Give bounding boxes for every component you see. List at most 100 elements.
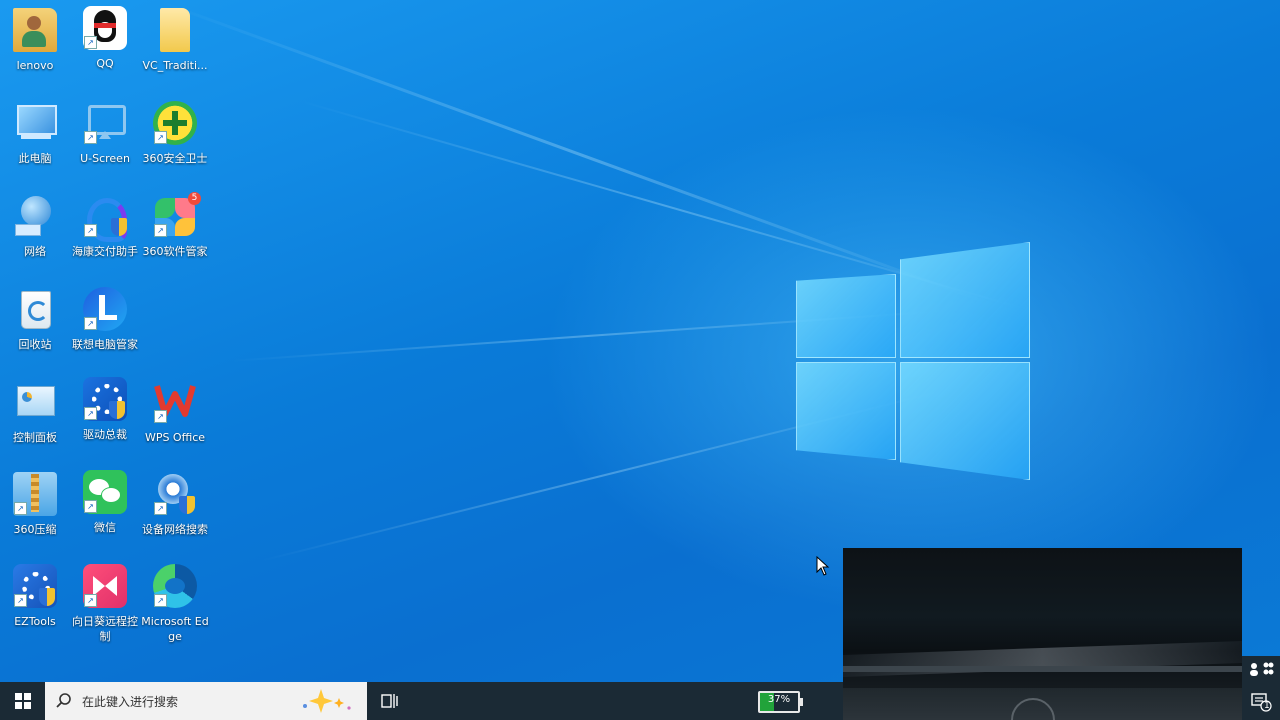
windows-start-icon xyxy=(14,693,31,709)
letter-l-foot xyxy=(99,315,117,320)
uac-shield-icon xyxy=(111,218,127,236)
video-desk-edge xyxy=(843,666,1242,672)
people-icon xyxy=(1250,662,1274,676)
update-badge: 5 xyxy=(188,192,201,205)
desktop-icon-this-pc[interactable]: 此电脑 xyxy=(1,101,69,166)
desktop-icon-wps-office[interactable]: ↗ WPS Office xyxy=(141,380,209,445)
desktop-icon-control-panel[interactable]: 控制面板 xyxy=(1,380,69,445)
bubble-small xyxy=(101,487,121,503)
user-body xyxy=(22,31,46,47)
task-view-button[interactable] xyxy=(380,691,400,711)
logo-pane xyxy=(900,362,1030,480)
shortcut-arrow-icon: ↗ xyxy=(84,36,97,49)
shortcut-arrow-icon: ↗ xyxy=(154,410,167,423)
360-software-manager-icon: 5 ↗ xyxy=(153,192,201,238)
shortcut-arrow-icon: ↗ xyxy=(84,131,97,144)
desktop-icon-recycle-bin[interactable]: 回收站 xyxy=(1,287,69,352)
folder-icon xyxy=(160,8,190,52)
panel-chart xyxy=(22,392,32,402)
task-view-icon xyxy=(381,694,398,708)
start-button[interactable] xyxy=(0,682,45,720)
lenovo-manager-icon: ↗ xyxy=(83,287,127,331)
mouse-cursor-icon xyxy=(816,556,830,576)
desktop-icon-lenovo[interactable]: lenovo xyxy=(1,8,69,73)
shortcut-arrow-icon: ↗ xyxy=(84,224,97,237)
zip-strip xyxy=(31,474,39,512)
shortcut-arrow-icon: ↗ xyxy=(154,502,167,515)
battery-nub xyxy=(800,698,803,706)
360-zip-icon: ↗ xyxy=(13,472,57,516)
desktop-icon-eztools[interactable]: ↗ EZTools xyxy=(1,564,69,629)
video-preview-window[interactable] xyxy=(843,548,1242,720)
shortcut-arrow-icon: ↗ xyxy=(154,594,167,607)
recycle-bin-icon xyxy=(13,287,57,331)
desktop-icon-edge[interactable]: ↗ Microsoft Edge xyxy=(141,564,209,644)
monitor-stand xyxy=(21,134,51,139)
shortcut-arrow-icon: ↗ xyxy=(14,594,27,607)
penguin-scarf xyxy=(94,23,116,28)
petal-green xyxy=(155,198,175,218)
sunflower-remote-icon: ↗ xyxy=(83,564,127,608)
desktop-icon-device-network-search[interactable]: ↗ 设备网络搜索 xyxy=(141,472,209,537)
uac-shield-icon xyxy=(39,588,55,606)
screen-base xyxy=(99,131,111,139)
desktop-icon-vc-traditi[interactable]: VC_Traditi... xyxy=(141,8,209,73)
driver-tool-icon: ↗ xyxy=(83,377,127,421)
search-placeholder: 在此键入进行搜索 xyxy=(82,695,179,709)
shortcut-arrow-icon: ↗ xyxy=(84,317,97,330)
control-panel-icon xyxy=(13,380,57,424)
device-network-search-icon: ↗ xyxy=(153,472,197,516)
plus-vertical xyxy=(172,111,178,135)
desktop-icon-driver-tool[interactable]: ↗ 驱动总裁 xyxy=(71,377,139,442)
edge-swirl xyxy=(165,578,185,594)
desktop-icon-qq[interactable]: ↗ QQ xyxy=(71,6,139,71)
panel-window xyxy=(17,386,55,416)
pc-base xyxy=(15,224,41,236)
shortcut-arrow-icon: ↗ xyxy=(154,224,167,237)
360-security-icon: ↗ xyxy=(153,101,197,145)
computer-icon xyxy=(13,101,57,145)
desktop-icon-network[interactable]: 网络 xyxy=(1,194,69,259)
shortcut-arrow-icon: ↗ xyxy=(154,131,167,144)
taskbar-search-box[interactable]: 在此键入进行搜索 xyxy=(45,682,367,720)
shortcut-arrow-icon: ↗ xyxy=(84,407,97,420)
recycle-symbol xyxy=(28,301,48,321)
hikvision-assistant-icon: ↗ xyxy=(83,194,127,242)
logo-pane xyxy=(796,274,896,358)
user-head xyxy=(27,16,41,30)
user-folder-icon xyxy=(13,8,57,52)
desktop-icon-hikvision-assistant[interactable]: ↗ 海康交付助手 xyxy=(71,194,139,259)
desktop-icon-sunflower-remote[interactable]: ↗ 向日葵远程控制 xyxy=(71,564,139,644)
desktop-icon-wechat[interactable]: ↗ 微信 xyxy=(71,470,139,535)
search-icon xyxy=(56,693,71,708)
shortcut-arrow-icon: ↗ xyxy=(84,594,97,607)
people-tray-button[interactable] xyxy=(1242,656,1280,682)
logo-pane xyxy=(796,362,896,460)
shortcut-arrow-icon: ↗ xyxy=(84,500,97,513)
search-highlight-sparkle-icon xyxy=(303,689,351,713)
desktop-icon-u-screen[interactable]: ↗ U-Screen xyxy=(71,101,139,166)
battery-percent-label: 37% xyxy=(767,694,791,705)
shortcut-arrow-icon: ↗ xyxy=(14,502,27,515)
uac-shield-icon xyxy=(109,401,125,419)
notification-count-badge: 1 xyxy=(1264,701,1270,711)
logo-pane xyxy=(900,242,1030,358)
uac-shield-icon xyxy=(179,496,195,514)
action-center-button[interactable]: 1 xyxy=(1242,682,1280,720)
wps-office-icon: ↗ xyxy=(153,380,197,424)
globe xyxy=(21,196,51,226)
petal-yellow xyxy=(175,218,195,236)
desktop-icon-360-security[interactable]: ↗ 360安全卫士 xyxy=(141,101,209,166)
network-globe-icon xyxy=(13,194,57,238)
desktop-icon-360-software-manager[interactable]: 5 ↗ 360软件管家 xyxy=(141,192,209,259)
edge-icon: ↗ xyxy=(153,564,197,608)
windows-logo-wallpaper xyxy=(796,240,1030,480)
eztools-icon: ↗ xyxy=(13,564,57,608)
wechat-icon: ↗ xyxy=(83,470,127,514)
monitor xyxy=(17,105,57,135)
desktop-icon-360-zip[interactable]: ↗ 360压缩 xyxy=(1,472,69,537)
desktop-icon-lenovo-manager[interactable]: ↗ 联想电脑管家 xyxy=(71,287,139,352)
screen-cast-icon: ↗ xyxy=(83,101,127,145)
battery-indicator[interactable]: 37% xyxy=(758,691,803,713)
qq-penguin-icon: ↗ xyxy=(83,6,127,50)
